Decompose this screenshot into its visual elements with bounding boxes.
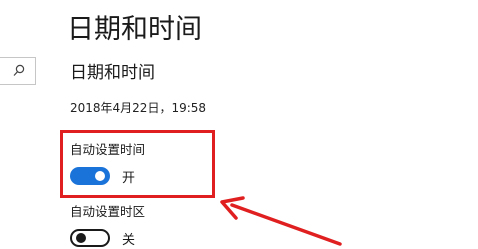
section-title: 日期和时间 [70, 63, 155, 83]
current-datetime: 2018年4月22日，19:58 [70, 101, 207, 115]
annotation-highlight-box [60, 130, 215, 198]
auto-set-timezone-toggle[interactable] [70, 229, 110, 247]
auto-set-timezone-state: 关 [122, 232, 136, 248]
search-box[interactable] [0, 57, 36, 85]
auto-set-timezone-label: 自动设置时区 [70, 204, 146, 219]
auto-set-timezone-row: 关 [70, 227, 135, 249]
search-icon [13, 64, 25, 76]
page-title: 日期和时间 [67, 14, 202, 45]
toggle-knob [76, 233, 86, 243]
